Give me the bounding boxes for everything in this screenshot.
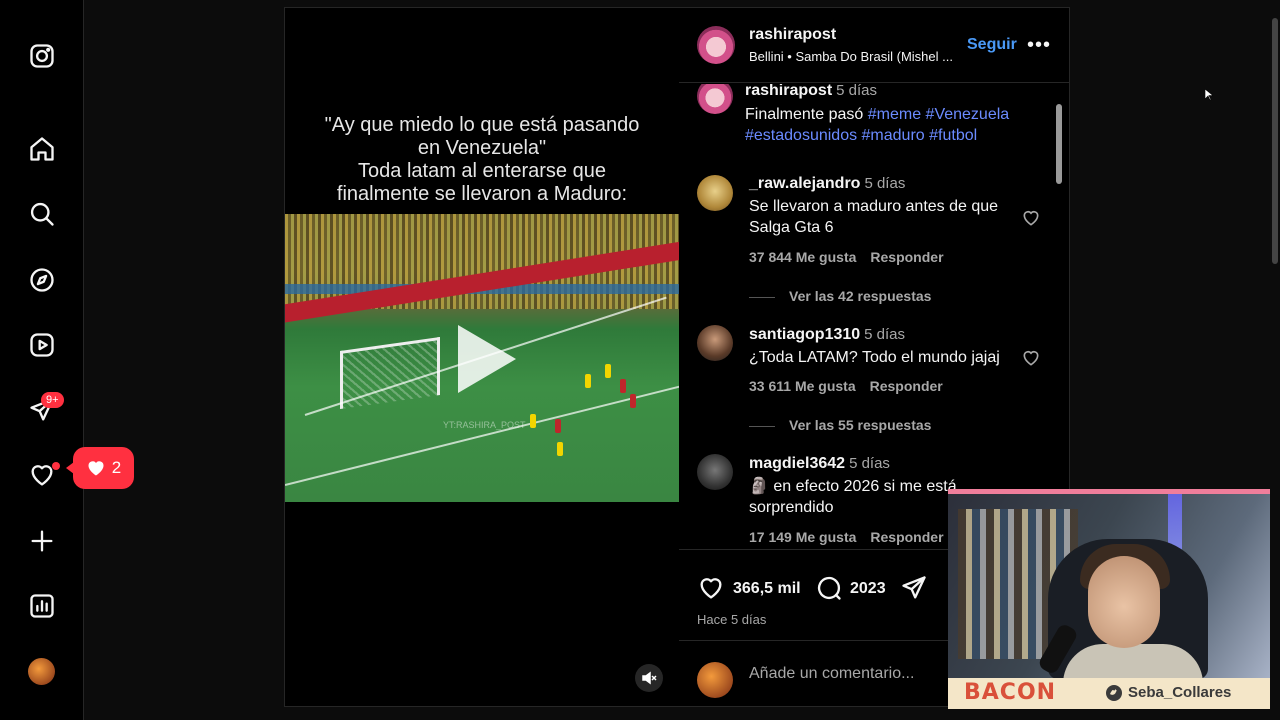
heart-filled-icon — [88, 461, 104, 476]
player — [630, 394, 636, 408]
comment-time: 5 días — [864, 175, 906, 192]
comment-username[interactable]: _raw.alejandro — [749, 175, 860, 192]
explore-compass-icon[interactable] — [26, 264, 58, 296]
like-comment-icon[interactable] — [1021, 208, 1041, 228]
caption-header: rashirapost 5 días — [745, 84, 877, 100]
comments-scrollbar[interactable] — [1056, 104, 1062, 184]
reply-button[interactable]: Responder — [870, 249, 943, 265]
comment-text: Se llevaron a maduro antes de que Salga … — [749, 198, 999, 236]
video-frame: YT:RASHIRA_POST — [285, 214, 679, 502]
author-avatar[interactable] — [697, 26, 735, 64]
comment-header: magdiel3642 5 días — [749, 455, 890, 473]
comment-bubble-icon[interactable] — [815, 574, 843, 607]
author-avatar[interactable] — [697, 84, 733, 114]
comment-text: 🗿 en efecto 2026 si me está sorprendido — [749, 478, 957, 516]
streamer-handle-text: Seba_Collares — [1128, 684, 1232, 701]
reply-button[interactable]: Responder — [870, 378, 943, 394]
player — [620, 379, 626, 393]
home-icon[interactable] — [26, 133, 58, 165]
sponsor-logo: BACON — [964, 680, 1057, 705]
comment-time: 5 días — [864, 326, 906, 343]
comments-list[interactable]: rashirapost 5 días Finalmente pasó #meme … — [679, 84, 1069, 550]
player — [557, 442, 563, 456]
commenter-avatar[interactable] — [697, 454, 733, 490]
webcam-banner: BACON Seba_Collares — [948, 678, 1270, 709]
post-time: Hace 5 días — [697, 612, 767, 627]
share-icon[interactable] — [900, 574, 928, 607]
streamer-face — [1088, 556, 1160, 648]
notification-dot — [52, 462, 60, 470]
comment-likes[interactable]: 37 844 Me gusta — [749, 249, 856, 265]
video-player[interactable]: "Ay que miedo lo que está pasando en Ven… — [285, 8, 679, 706]
view-replies-button[interactable]: Ver las 55 respuestas — [749, 417, 931, 433]
comments-count[interactable]: 2023 — [850, 580, 886, 598]
comment-header: santiagop1310 5 días — [749, 326, 905, 344]
comment-username[interactable]: magdiel3642 — [749, 455, 845, 472]
comment-text: ¿Toda LATAM? Todo el mundo jajaj — [749, 349, 1000, 366]
reply-button[interactable]: Responder — [870, 529, 943, 545]
mute-icon[interactable] — [635, 664, 663, 692]
caption-line: finalmente se llevaron a Maduro: — [336, 183, 628, 205]
caption-text: Finalmente pasó #meme #Venezuela #estado… — [745, 104, 1035, 146]
caption-username[interactable]: rashirapost — [745, 84, 832, 99]
hashtags[interactable]: #meme #Venezuela — [868, 106, 1009, 123]
reels-icon[interactable] — [26, 329, 58, 361]
messages-badge: 9+ — [41, 392, 64, 408]
player — [530, 414, 536, 428]
caption-time: 5 días — [836, 84, 878, 99]
view-replies-button[interactable]: Ver las 42 respuestas — [749, 288, 931, 304]
create-plus-icon[interactable] — [26, 525, 58, 557]
streamer-handle: Seba_Collares — [1106, 684, 1231, 701]
search-icon[interactable] — [26, 198, 58, 230]
notification-popup[interactable]: 2 — [66, 447, 134, 489]
profile-avatar[interactable] — [28, 658, 55, 685]
commenter-avatar[interactable] — [697, 325, 733, 361]
twitter-icon — [1106, 684, 1122, 701]
play-icon[interactable] — [450, 321, 520, 397]
mouse-cursor-icon — [1205, 89, 1213, 101]
caption-body: Finalmente pasó — [745, 106, 864, 123]
follow-button[interactable]: Seguir — [967, 36, 1017, 54]
video-watermark: YT:RASHIRA_POST — [443, 420, 526, 430]
notification-count: 2 — [111, 458, 122, 477]
commenter-avatar[interactable] — [697, 175, 733, 211]
comment-username[interactable]: santiagop1310 — [749, 326, 860, 343]
comment-header: _raw.alejandro 5 días — [749, 175, 905, 193]
post-header: rashirapost Bellini • Samba Do Brasil (M… — [679, 8, 1069, 83]
comment-meta: 33 611 Me gusta Responder — [749, 378, 957, 394]
comment-meta: 37 844 Me gusta Responder — [749, 249, 958, 265]
comment-likes[interactable]: 17 149 Me gusta — [749, 529, 856, 545]
current-user-avatar — [697, 662, 733, 698]
video-caption: "Ay que miedo lo que está pasando en Ven… — [299, 114, 665, 206]
comment-meta: 17 149 Me gusta Responder — [749, 529, 958, 545]
player — [555, 419, 561, 433]
sidebar: 9+ — [0, 0, 84, 720]
caption-line: Toda latam al enterarse que — [358, 160, 606, 182]
comment-time: 5 días — [849, 455, 890, 472]
caption-line: "Ay que miedo lo que está pasando — [324, 114, 640, 136]
dashboard-icon[interactable] — [26, 590, 58, 622]
player — [585, 374, 591, 388]
player — [605, 364, 611, 378]
more-options-icon[interactable]: ••• — [1027, 34, 1051, 57]
likes-count[interactable]: 366,5 mil — [733, 580, 801, 598]
author-username[interactable]: rashirapost — [749, 26, 836, 44]
add-comment-input[interactable]: Añade un comentario... — [749, 665, 914, 683]
like-heart-icon[interactable] — [697, 574, 725, 607]
comment-likes[interactable]: 33 611 Me gusta — [749, 378, 856, 394]
webcam-overlay: BACON Seba_Collares — [948, 489, 1270, 709]
caption-line: en Venezuela" — [417, 137, 547, 159]
hashtags[interactable]: #estadosunidos #maduro #futbol — [745, 127, 977, 144]
page-scrollbar[interactable] — [1272, 18, 1278, 264]
like-comment-icon[interactable] — [1021, 348, 1041, 368]
audio-track[interactable]: Bellini • Samba Do Brasil (Mishel ... — [749, 49, 953, 64]
instagram-logo-icon[interactable] — [26, 40, 58, 72]
